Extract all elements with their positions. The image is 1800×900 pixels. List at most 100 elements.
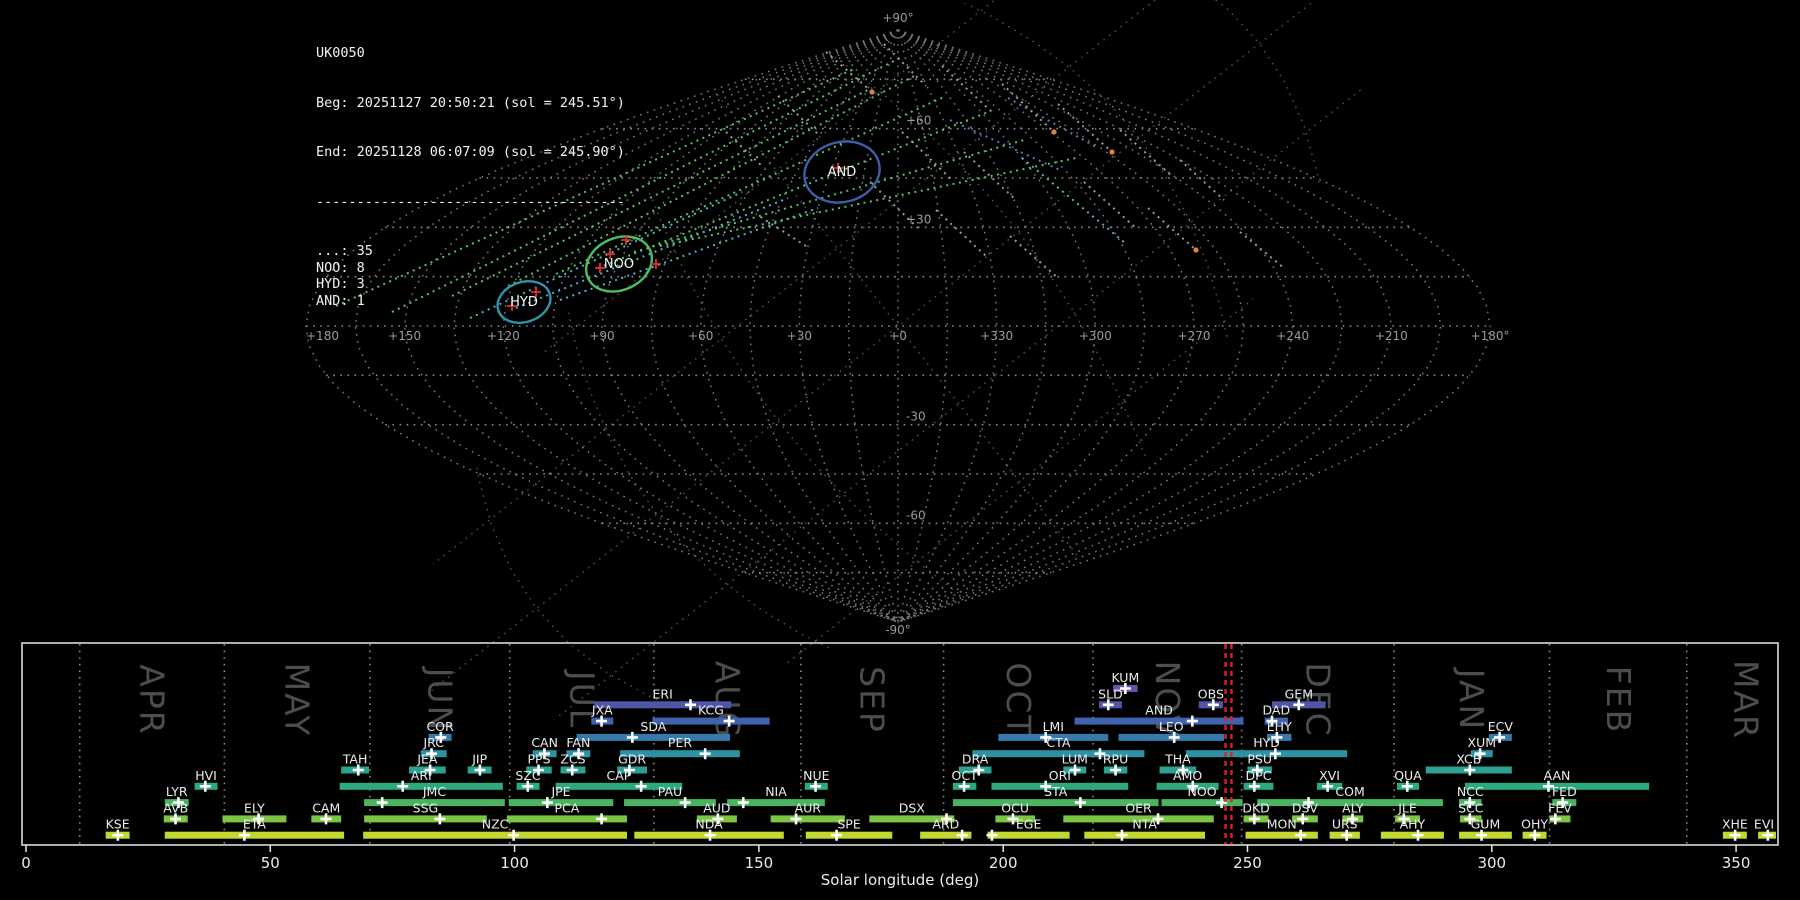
month-label: FEB: [1599, 666, 1638, 734]
latitude-label: -60: [906, 508, 926, 522]
shower-code: NTA: [1132, 817, 1157, 832]
shower-zcs: ZCS: [560, 752, 586, 776]
shower-code: EVI: [1754, 817, 1774, 832]
peak-marker: [1074, 797, 1086, 809]
station-id: UK0050: [316, 45, 365, 61]
shower-code: DKD: [1242, 800, 1269, 815]
shower-code: DAD: [1263, 703, 1291, 718]
activity-bar: [1084, 831, 1205, 839]
month-label: MAY: [278, 663, 317, 738]
shower-code: OER: [1125, 800, 1152, 815]
meteor-trail: [963, 151, 1017, 201]
activity-bar: [624, 799, 716, 807]
activity-bar: [1245, 831, 1318, 839]
longitude-label: +60: [688, 329, 713, 343]
activity-bar: [652, 717, 770, 725]
shower-nue: NUE: [803, 768, 830, 792]
meteor-trail: [935, 209, 987, 257]
count-row: HYD: 3: [316, 276, 365, 292]
axis-tick-label: 50: [261, 854, 280, 872]
shower-code: CAM: [312, 800, 340, 815]
meteor-trail: [659, 157, 1077, 247]
peak-marker: [986, 829, 998, 841]
count-row: ...: 35: [316, 243, 373, 259]
trail-end-point: [1109, 149, 1115, 155]
longitude-label: +330: [980, 329, 1013, 343]
shower-code: AMO: [1173, 768, 1202, 783]
meteor-trail: [1001, 83, 1055, 133]
shower-code: SDA: [640, 719, 666, 734]
shower-code: AVB: [163, 800, 188, 815]
shower-code: CAN: [531, 735, 558, 750]
shower-cam: CAM: [311, 800, 342, 825]
axis-title: Solar longitude (deg): [821, 871, 979, 889]
shower-code: NZC: [482, 817, 509, 832]
shower-code: ECV: [1488, 719, 1514, 734]
shower-code: NUE: [803, 768, 829, 783]
axis-tick-label: 0: [21, 854, 31, 872]
shower-code: ETA: [243, 817, 267, 832]
shower-code: PAU: [658, 784, 682, 799]
axis-tick-label: 150: [745, 854, 774, 872]
shower-code: LMI: [1043, 719, 1064, 734]
activity-bar: [339, 782, 503, 790]
shower-code: ARI: [411, 768, 432, 783]
equatorial-grid: [249, 0, 1547, 900]
month-label: SEP: [853, 666, 892, 734]
sky-map: +90°-90°+180 +150 +120 +90 +60 +30 +0 +330 +300 +…: [249, 0, 1547, 900]
shower-code: TAH: [342, 752, 368, 767]
shower-code: NIA: [765, 784, 787, 799]
shower-code: XVI: [1319, 768, 1340, 783]
meteor-trail: [1179, 159, 1225, 201]
shower-code: URS: [1332, 817, 1358, 832]
shower-code: JIP: [471, 752, 487, 767]
radiant-label: AND: [828, 165, 857, 180]
meteor-trail: [755, 213, 807, 247]
activity-bar: [1380, 831, 1444, 839]
shower-code: OHY: [1521, 817, 1548, 832]
shower-nda: NDA: [634, 817, 784, 841]
shower-hvi: HVI: [194, 768, 218, 792]
meteor-trail: [1083, 181, 1137, 229]
shower-code: ARD: [932, 817, 959, 832]
shower-kse: KSE: [106, 817, 130, 841]
shower-code: XUM: [1468, 735, 1497, 750]
meteor-trail: [1239, 231, 1285, 269]
shower-code: SCC: [1458, 800, 1484, 815]
shower-code: FEV: [1548, 800, 1572, 815]
shower-jxa: JXA: [591, 703, 614, 727]
shower-code: STA: [1044, 784, 1068, 799]
shower-code: CTA: [1046, 735, 1070, 750]
meteor-trail: [949, 119, 1061, 171]
latitude-label: +60: [906, 114, 931, 128]
shower-code: PCA: [554, 800, 579, 815]
axis-tick-label: 200: [989, 854, 1018, 872]
shower-code: ZCS: [560, 752, 585, 767]
shower-code: MON: [1267, 817, 1297, 832]
longitude-label: +240: [1276, 329, 1309, 343]
activity-bar: [363, 831, 627, 839]
latitude-label: -30: [906, 410, 926, 424]
month-label: MAR: [1726, 660, 1765, 740]
shower-code: KCG: [698, 703, 724, 718]
shower-szc: SZC: [515, 768, 541, 792]
shower-obs: OBS: [1198, 686, 1224, 711]
shower-code: ALY: [1342, 800, 1364, 815]
plot-canvas: +90°-90°+180 +150 +120 +90 +60 +30 +0 +330 +300 +…: [21, 0, 1779, 900]
peak-marker: [635, 780, 647, 792]
shower-code: PPS: [528, 752, 551, 767]
peak-marker: [376, 797, 388, 809]
shower-dpc: DPC: [1243, 768, 1274, 792]
shower-code: JEA: [416, 752, 438, 767]
meteor-trail: [1009, 235, 1059, 279]
shower-fev: FEV: [1548, 800, 1572, 825]
shower-code: FED: [1552, 784, 1577, 799]
count-row: AND: 1: [316, 292, 365, 309]
shower-xhe: XHE: [1722, 817, 1748, 841]
shower-sld: SLD: [1098, 686, 1123, 711]
shower-ohy: OHY: [1521, 817, 1548, 841]
longitude-label: +180°: [1471, 329, 1510, 343]
shower-code: DSV: [1292, 800, 1319, 815]
month-label: OCT: [999, 662, 1038, 737]
meteor-trail: [1119, 129, 1173, 177]
